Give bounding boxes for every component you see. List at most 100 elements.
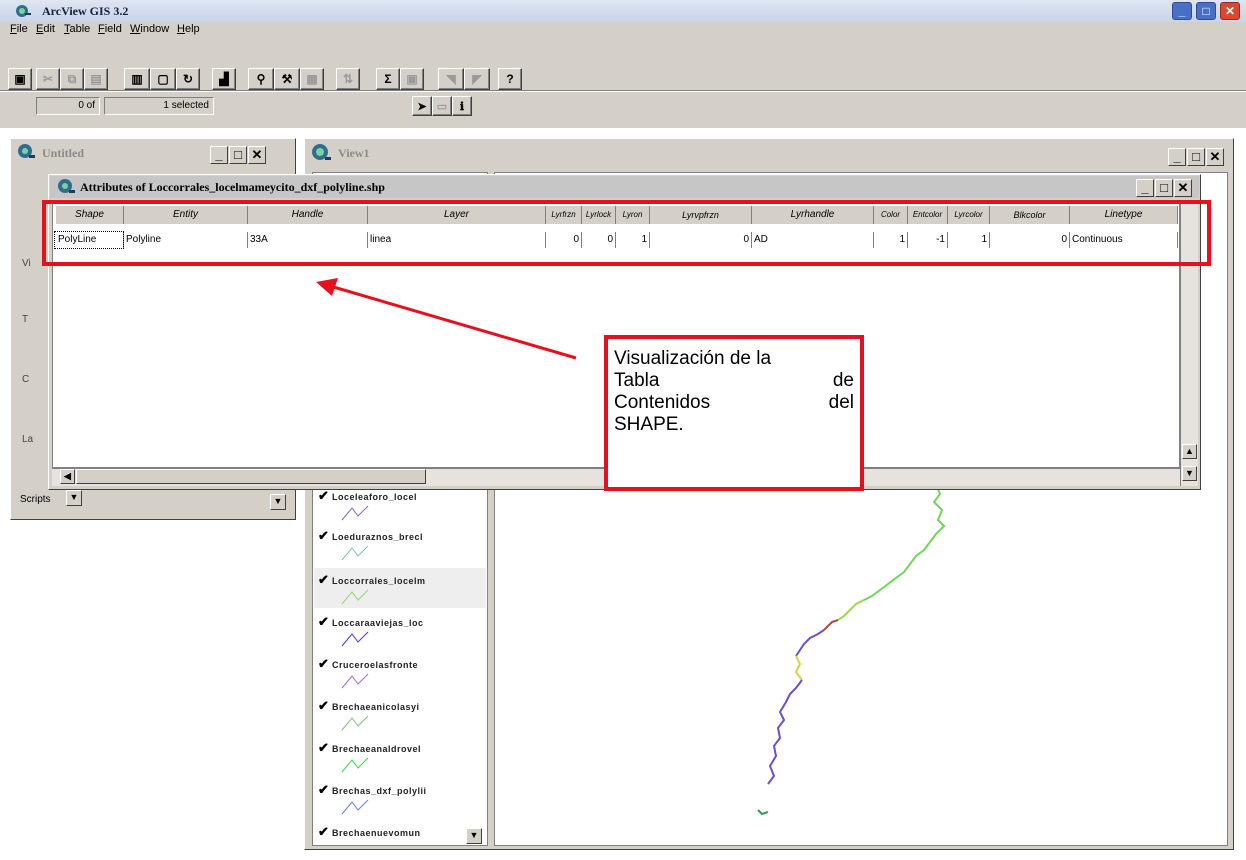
callout-word-tabla: Tabla xyxy=(614,370,660,391)
line-symbol-icon xyxy=(341,505,369,521)
arrow-icon[interactable]: ◥ xyxy=(438,68,464,90)
legend-item[interactable]: ✔ Loceleaforo_locel xyxy=(318,488,417,504)
line-symbol-icon xyxy=(341,545,369,561)
column-right-icon[interactable]: ▢ xyxy=(150,68,176,90)
sum-icon[interactable]: Σ xyxy=(376,68,400,90)
promote-icon[interactable]: ▦ xyxy=(300,68,324,90)
scroll-down-button[interactable]: ▼ xyxy=(1182,466,1197,481)
scripts-dropdown-button[interactable]: ▼ xyxy=(66,490,82,506)
menu-table[interactable]: Table xyxy=(64,23,90,35)
disabled-icon[interactable]: ◤ xyxy=(464,68,490,90)
project-close-button[interactable]: ✕ xyxy=(248,146,266,164)
app-title: ArcView GIS 3.2 xyxy=(42,4,129,18)
legend-label: Loceleaforo_locel xyxy=(331,492,417,502)
callout-line-2: Tabla de xyxy=(614,370,854,392)
legend-label: Loeduraznos_brecl xyxy=(331,532,423,542)
map-polylines xyxy=(757,483,946,816)
legend-item[interactable]: ✔ Loccorrales_locelm xyxy=(318,572,426,588)
polyline-feature xyxy=(863,483,946,601)
project-label-views: Vi xyxy=(22,258,31,269)
visible-checkbox[interactable]: ✔ xyxy=(318,824,329,839)
callout-word-del: del xyxy=(828,392,854,413)
query-icon[interactable]: ⚒ xyxy=(274,68,300,90)
line-symbol-icon xyxy=(341,715,369,731)
line-symbol-icon xyxy=(341,589,369,605)
scroll-left-button[interactable]: ◀ xyxy=(60,469,75,484)
chart-icon[interactable]: ▟ xyxy=(212,68,236,90)
save-icon[interactable]: ▣ xyxy=(8,68,32,90)
maximize-button[interactable]: □ xyxy=(1196,2,1216,20)
paste-icon[interactable]: ▤ xyxy=(84,68,108,90)
arcview-logo-icon xyxy=(16,5,31,17)
project-label-layouts: La xyxy=(22,434,34,445)
visible-checkbox[interactable]: ✔ xyxy=(318,656,329,671)
legend-item[interactable]: ✔ Brechaeanaldrovel xyxy=(318,740,421,756)
project-minimize-button[interactable]: _ xyxy=(210,146,228,164)
menu-field[interactable]: Field xyxy=(98,23,122,35)
visible-checkbox[interactable]: ✔ xyxy=(318,782,329,797)
view-minimize-button[interactable]: _ xyxy=(1168,148,1186,166)
legend-item[interactable]: ✔ Brechaenuevomun xyxy=(318,824,421,840)
table-maximize-button[interactable]: □ xyxy=(1155,179,1173,197)
legend-label: Brechaeanaldrovel xyxy=(331,744,422,754)
join-icon[interactable]: ▣ xyxy=(400,68,424,90)
visible-checkbox[interactable]: ✔ xyxy=(318,488,329,503)
callout-word-de: de xyxy=(832,370,854,391)
pointer-tool-icon[interactable]: ➤ xyxy=(412,96,432,116)
table-window-icon xyxy=(58,179,75,193)
refresh-icon[interactable]: ↻ xyxy=(176,68,200,90)
help-icon[interactable]: ? xyxy=(498,68,522,90)
toc-scroll-down-button[interactable]: ▼ xyxy=(466,828,482,844)
copy-icon[interactable]: ⧉ xyxy=(60,68,84,90)
legend-label: Loccorrales_locelm xyxy=(331,576,426,586)
view-icon xyxy=(312,144,331,160)
visible-checkbox[interactable]: ✔ xyxy=(318,614,329,629)
project-maximize-button[interactable]: □ xyxy=(229,146,247,164)
table-minimize-button[interactable]: _ xyxy=(1136,179,1154,197)
menu-help[interactable]: Help xyxy=(177,23,200,35)
legend-item[interactable]: ✔ Cruceroelasfronte xyxy=(318,656,418,672)
visible-checkbox[interactable]: ✔ xyxy=(318,572,329,587)
selection-total: 1 selected xyxy=(104,97,214,115)
polyline-feature xyxy=(837,599,865,621)
menu-file[interactable]: File xyxy=(10,23,28,35)
legend-item[interactable]: ✔ Loeduraznos_brecl xyxy=(318,528,423,544)
callout-word-contenidos: Contenidos xyxy=(614,392,711,413)
legend-item[interactable]: ✔ Brechas_dxf_polylii xyxy=(318,782,427,798)
callout-line-4: SHAPE. xyxy=(614,414,684,435)
view-title: View1 xyxy=(338,146,370,161)
column-left-icon[interactable]: ▥ xyxy=(124,68,150,90)
menu-window[interactable]: Window xyxy=(130,23,169,35)
legend-label: Brechaeanicolasyi xyxy=(331,702,420,712)
select-tool-icon[interactable]: ▭ xyxy=(432,96,452,116)
menu-edit[interactable]: Edit xyxy=(36,23,55,35)
annotation-arrow xyxy=(316,278,577,360)
find-icon[interactable]: ⚲ xyxy=(248,68,274,90)
identify-tool-icon[interactable]: ℹ xyxy=(452,96,472,116)
visible-checkbox[interactable]: ✔ xyxy=(318,698,329,713)
line-symbol-icon xyxy=(341,757,369,773)
scroll-thumb[interactable] xyxy=(76,469,426,484)
view-close-button[interactable]: ✕ xyxy=(1206,148,1224,166)
project-scroll-button[interactable]: ▼ xyxy=(270,494,286,510)
project-icon xyxy=(18,144,35,158)
minimize-button[interactable]: _ xyxy=(1172,2,1192,20)
legend-label: Loccaraaviejas_loc xyxy=(331,618,424,628)
line-symbol-icon xyxy=(341,631,369,647)
selection-count: 0 of xyxy=(36,97,100,115)
legend-item[interactable]: ✔ Brechaeanicolasyi xyxy=(318,698,420,714)
view-maximize-button[interactable]: □ xyxy=(1187,148,1205,166)
scroll-up-button[interactable]: ▲ xyxy=(1182,444,1197,459)
visible-checkbox[interactable]: ✔ xyxy=(318,528,329,543)
cut-icon[interactable]: ✂ xyxy=(36,68,60,90)
legend-label: Brechaenuevomun xyxy=(331,828,421,838)
polyline-feature xyxy=(795,629,825,657)
legend-item[interactable]: ✔ Loccaraaviejas_loc xyxy=(318,614,424,630)
line-symbol-icon xyxy=(341,799,369,815)
callout-line-1: Visualización de la xyxy=(614,348,772,369)
close-button[interactable]: ✕ xyxy=(1220,2,1240,20)
callout-line-3: Contenidos del xyxy=(614,392,854,414)
table-close-button[interactable]: ✕ xyxy=(1174,179,1192,197)
visible-checkbox[interactable]: ✔ xyxy=(318,740,329,755)
sort-icon[interactable]: ⇅ xyxy=(336,68,360,90)
